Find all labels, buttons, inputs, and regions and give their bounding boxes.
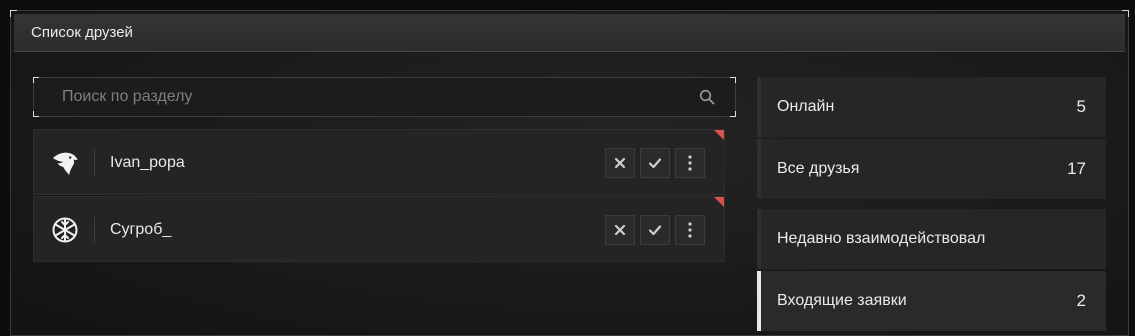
- friend-row[interactable]: Ivan_popa: [33, 129, 725, 195]
- category-label: Онлайн: [777, 98, 835, 115]
- category-label: Все друзья: [777, 160, 860, 177]
- new-request-flag: [714, 130, 724, 140]
- accept-button[interactable]: [640, 215, 670, 245]
- close-icon: [614, 224, 626, 236]
- category-label: Недавно взаимодействовал: [777, 230, 986, 247]
- friend-actions: [605, 148, 705, 178]
- friend-actions: [605, 215, 705, 245]
- category-recent[interactable]: Недавно взаимодействовал: [757, 209, 1106, 269]
- window-header: Список друзей: [14, 14, 1125, 52]
- friend-row[interactable]: Сугроб_: [33, 196, 725, 262]
- category-online[interactable]: Онлайн 5: [757, 77, 1106, 137]
- decline-button[interactable]: [605, 215, 635, 245]
- category-label: Входящие заявки: [777, 292, 907, 309]
- close-icon: [614, 157, 626, 169]
- friends-window: Список друзей Ivan_popa: [10, 10, 1129, 336]
- checkmark-icon: [648, 225, 662, 236]
- window-title: Список друзей: [31, 24, 133, 41]
- friend-name: Ivan_popa: [110, 154, 185, 171]
- snowflake-icon: [52, 217, 78, 243]
- avatar-separator: [94, 217, 95, 243]
- search-corner-marker: [730, 77, 736, 83]
- category-count: 2: [1076, 291, 1086, 310]
- category-incoming-requests[interactable]: Входящие заявки 2: [757, 271, 1106, 331]
- new-request-flag: [714, 197, 724, 207]
- search-box[interactable]: [33, 77, 736, 117]
- accept-button[interactable]: [640, 148, 670, 178]
- more-options-button[interactable]: [675, 215, 705, 245]
- search-icon[interactable]: [699, 89, 715, 105]
- search-corner-marker: [730, 111, 736, 117]
- more-vertical-icon: [688, 222, 692, 238]
- category-count: 5: [1076, 97, 1086, 116]
- decline-button[interactable]: [605, 148, 635, 178]
- more-options-button[interactable]: [675, 148, 705, 178]
- category-all-friends[interactable]: Все друзья 17: [757, 139, 1106, 199]
- more-vertical-icon: [688, 155, 692, 171]
- eagle-icon: [53, 152, 78, 175]
- checkmark-icon: [648, 158, 662, 169]
- category-count: 17: [1067, 159, 1086, 178]
- friend-name: Сугроб_: [110, 221, 172, 238]
- search-input[interactable]: [34, 78, 674, 116]
- avatar-separator: [94, 150, 95, 176]
